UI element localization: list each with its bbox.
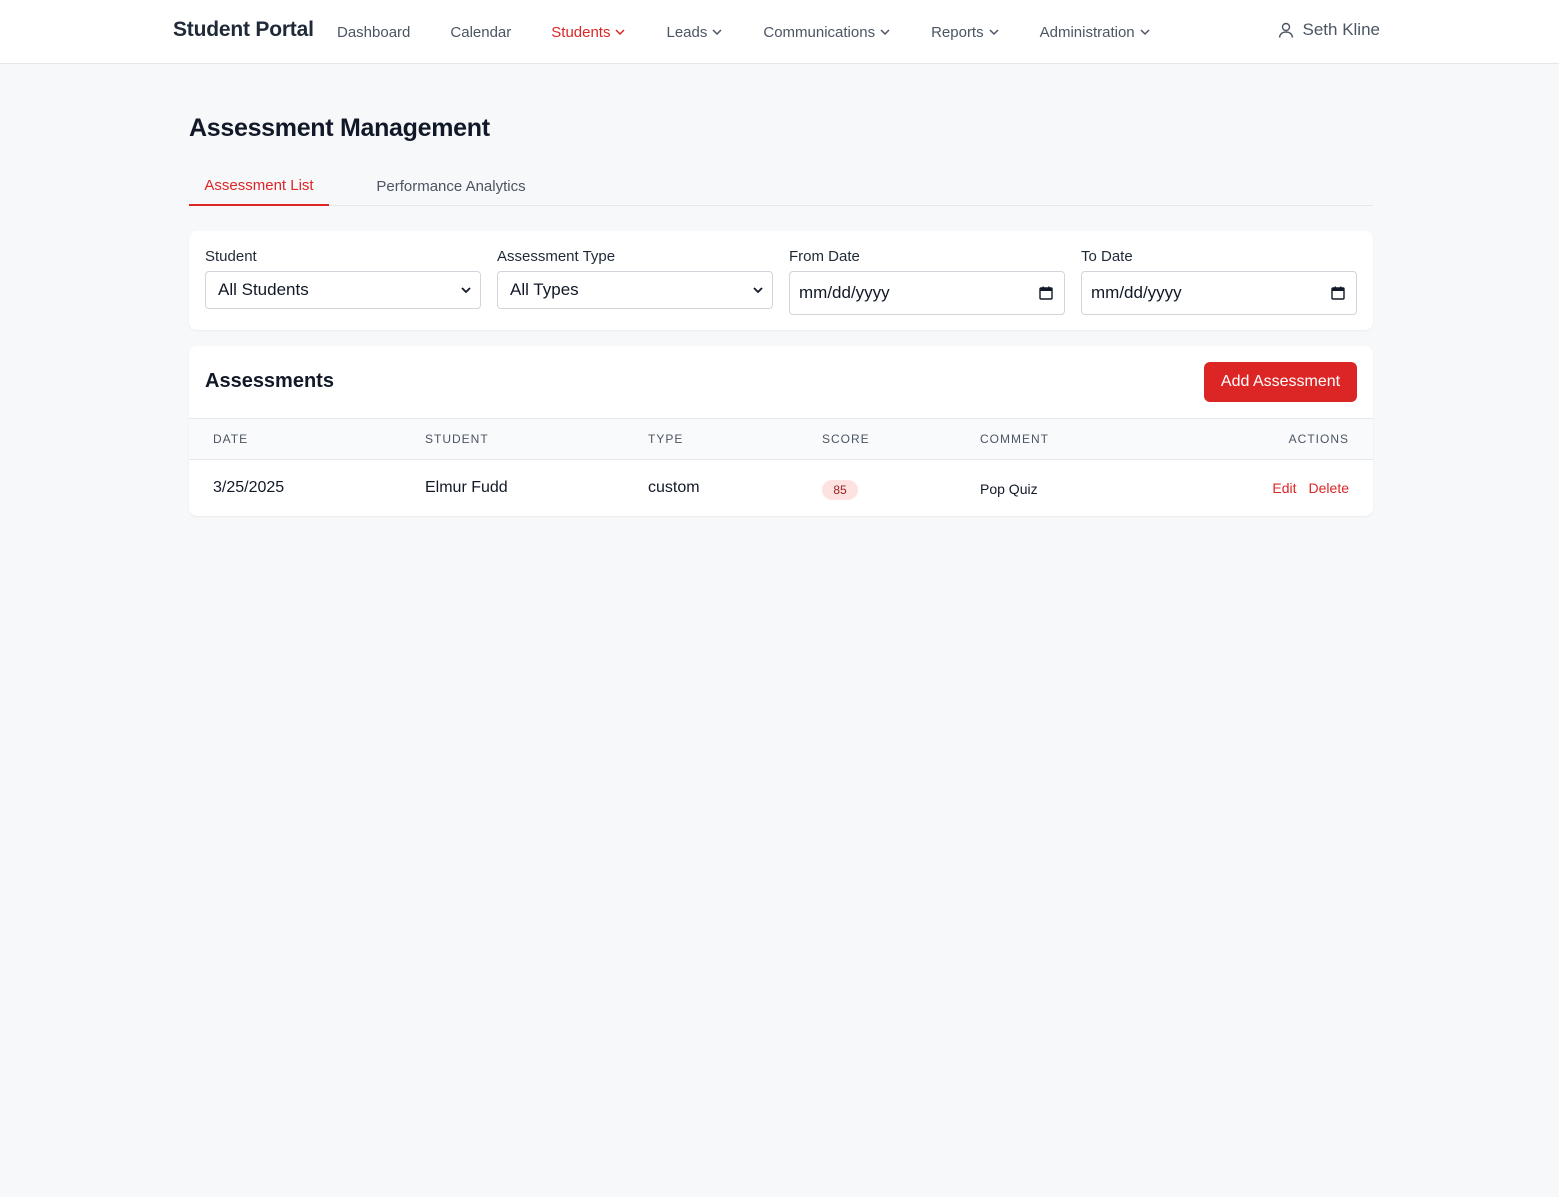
nav-calendar[interactable]: Calendar (450, 24, 511, 41)
nav-students-label: Students (551, 23, 611, 41)
student-select-value: All Students (218, 280, 309, 299)
nav-dashboard-label: Dashboard (337, 23, 411, 41)
chevron-down-icon (712, 29, 722, 36)
student-filter-label: Student (205, 248, 257, 265)
tab-assessment-list[interactable]: Assessment List (189, 166, 329, 206)
from-date-label: From Date (789, 248, 860, 265)
column-header-comment[interactable]: Comment (980, 432, 1049, 446)
column-header-actions: Actions (1288, 432, 1349, 446)
nav-dashboard[interactable]: Dashboard (337, 24, 410, 41)
from-date-input[interactable]: mm/dd/yyyy (789, 271, 1065, 315)
nav-reports[interactable]: Reports (931, 24, 1000, 41)
cell-comment: Pop Quiz (980, 481, 1038, 497)
from-date-placeholder: mm/dd/yyyy (799, 283, 890, 302)
type-filter-label: Assessment Type (497, 248, 616, 265)
chevron-down-icon (880, 29, 890, 36)
user-name: Seth Kline (1302, 20, 1381, 39)
user-icon (1278, 22, 1293, 38)
page-title: Assessment Management (189, 114, 490, 142)
nav-students[interactable]: Students (551, 24, 626, 41)
nav-communications-label: Communications (763, 23, 876, 41)
nav-administration-label: Administration (1039, 23, 1135, 41)
chevron-down-icon (1140, 29, 1150, 36)
calendar-icon[interactable] (1331, 286, 1345, 300)
student-filter: Student All Students (205, 248, 481, 309)
edit-link[interactable]: Edit (1272, 480, 1296, 496)
to-date-filter: To Date mm/dd/yyyy (1081, 248, 1357, 315)
assessments-card: Assessments Add Assessment Date Student … (189, 346, 1373, 516)
from-date-filter: From Date mm/dd/yyyy (789, 248, 1065, 315)
table-header: Date Student Type Score Comment Actions (189, 418, 1373, 460)
nav-communications[interactable]: Communications (763, 24, 891, 41)
nav-reports-label: Reports (931, 23, 984, 41)
calendar-icon[interactable] (1039, 286, 1053, 300)
column-header-date[interactable]: Date (213, 432, 248, 446)
to-date-input[interactable]: mm/dd/yyyy (1081, 271, 1357, 315)
delete-link[interactable]: Delete (1309, 480, 1349, 496)
column-header-score[interactable]: Score (822, 432, 870, 446)
chevron-down-icon (989, 29, 999, 36)
type-select-value: All Types (510, 280, 579, 299)
type-select[interactable]: All Types (497, 271, 773, 309)
main-nav: Dashboard Calendar Students Leads Commun… (337, 0, 1191, 64)
cell-date: 3/25/2025 (213, 479, 285, 496)
table-row[interactable]: 3/25/2025 Elmur Fudd custom 85 Pop Quiz … (189, 460, 1373, 516)
user-menu[interactable]: Seth Kline (1277, 20, 1381, 40)
nav-leads[interactable]: Leads (666, 24, 723, 41)
tab-performance-analytics[interactable]: Performance Analytics (361, 166, 541, 206)
to-date-placeholder: mm/dd/yyyy (1091, 283, 1182, 302)
row-actions: Edit Delete (1272, 480, 1349, 496)
cell-student: Elmur Fudd (425, 479, 508, 496)
assessments-title: Assessments (205, 370, 334, 392)
student-select[interactable]: All Students (205, 271, 481, 309)
nav-leads-label: Leads (666, 23, 708, 41)
type-filter: Assessment Type All Types (497, 248, 773, 309)
cell-type: custom (648, 479, 700, 496)
nav-administration[interactable]: Administration (1040, 24, 1151, 41)
add-assessment-button[interactable]: Add Assessment (1204, 362, 1357, 402)
tab-bar: Assessment List Performance Analytics (189, 166, 1373, 206)
brand-logo-text[interactable]: Student Portal (173, 18, 314, 42)
top-navbar: Student Portal Dashboard Calendar Studen… (0, 0, 1559, 64)
chevron-down-icon (461, 287, 471, 294)
column-header-student[interactable]: Student (425, 432, 489, 446)
chevron-down-icon (615, 29, 626, 36)
chevron-down-icon (753, 287, 763, 294)
filter-panel: Student All Students Assessment Type All… (189, 231, 1373, 330)
score-badge: 85 (822, 480, 858, 500)
to-date-label: To Date (1081, 248, 1133, 265)
nav-calendar-label: Calendar (450, 23, 512, 41)
column-header-type[interactable]: Type (648, 432, 683, 446)
